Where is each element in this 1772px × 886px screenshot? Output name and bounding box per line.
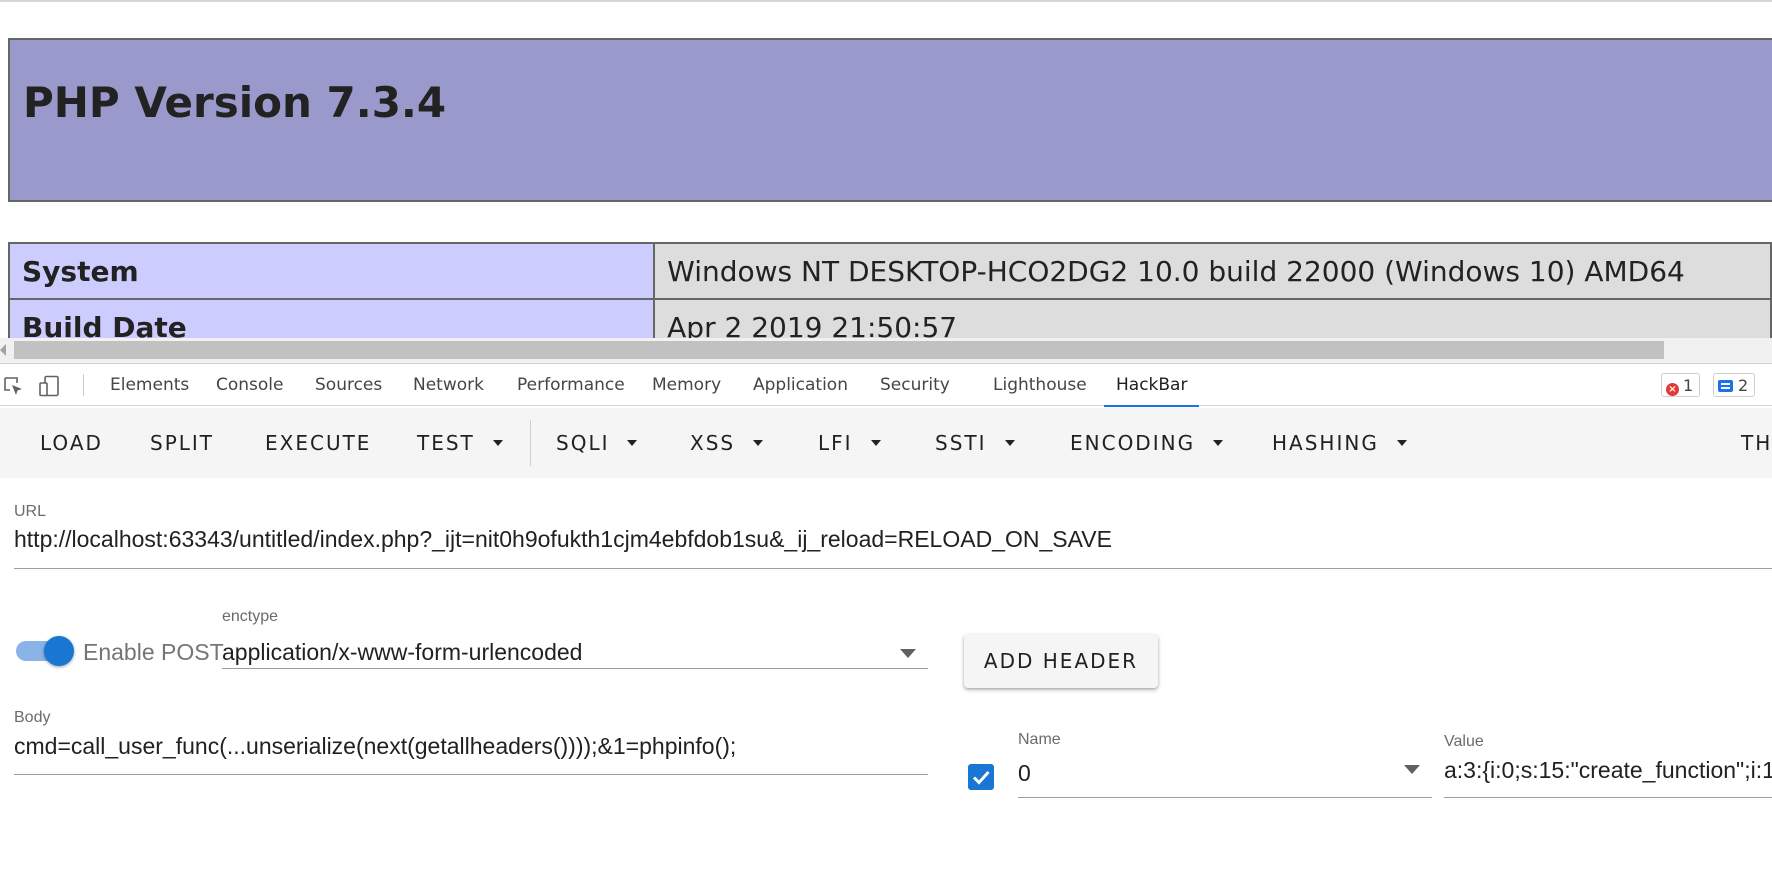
header-value-input[interactable]: a:3:{i:0;s:15:"create_function";i:1 — [1444, 757, 1772, 784]
header-name-label: Name — [1018, 731, 1061, 748]
tab-bar-divider — [83, 374, 84, 396]
device-toolbar-icon[interactable] — [38, 375, 60, 397]
header-name-dropdown-icon[interactable] — [1404, 765, 1420, 774]
row-value-system: Windows NT DESKTOP-HCO2DG2 10.0 build 22… — [653, 242, 1772, 300]
split-button[interactable]: SPLIT — [150, 408, 214, 478]
enable-post-toggle-knob[interactable] — [44, 636, 74, 666]
error-icon: × — [1666, 383, 1679, 396]
error-count-badge[interactable]: × 1 — [1661, 373, 1701, 397]
header-name-input[interactable]: 0 — [1018, 760, 1031, 787]
devtools-tab-bar: Elements Console Sources Network Perform… — [0, 364, 1772, 407]
encoding-menu-button[interactable]: ENCODING — [1070, 408, 1224, 478]
chevron-down-icon — [753, 440, 764, 446]
header-enabled-checkbox[interactable] — [968, 764, 994, 790]
load-button[interactable]: LOAD — [40, 408, 103, 478]
header-value-label: Value — [1444, 733, 1484, 750]
enctype-dropdown-icon[interactable] — [900, 649, 916, 658]
body-input-underline — [14, 774, 928, 775]
body-input[interactable]: cmd=call_user_func(...unserialize(next(g… — [14, 733, 736, 760]
checkmark-icon — [972, 770, 990, 785]
xss-menu-button[interactable]: XSS — [690, 408, 764, 478]
execute-button[interactable]: EXECUTE — [265, 408, 371, 478]
scroll-left-arrow-icon[interactable] — [0, 344, 6, 356]
page-viewport: PHP Version 7.3.4 System Windows NT DESK… — [0, 0, 1772, 363]
inspect-element-icon[interactable] — [2, 375, 24, 397]
add-header-button[interactable]: ADD HEADER — [964, 634, 1158, 688]
message-count-badge[interactable]: 2 — [1713, 373, 1756, 397]
lfi-menu-button[interactable]: LFI — [818, 408, 881, 478]
url-input[interactable]: http://localhost:63343/untitled/index.ph… — [14, 526, 1112, 553]
header-value-underline — [1444, 797, 1772, 798]
url-label: URL — [14, 503, 47, 520]
test-menu-button[interactable]: TEST — [417, 408, 503, 478]
hackbar-toolbar: LOAD SPLIT EXECUTE TEST SQLI XSS LFI SST… — [0, 408, 1772, 478]
viewport-top-border — [0, 0, 1772, 2]
tab-performance[interactable]: Performance — [517, 364, 625, 406]
tab-memory[interactable]: Memory — [652, 364, 721, 406]
tab-lighthouse[interactable]: Lighthouse — [993, 364, 1087, 406]
tab-network[interactable]: Network — [413, 364, 484, 406]
table-row: System Windows NT DESKTOP-HCO2DG2 10.0 b… — [7, 242, 1772, 300]
error-count: 1 — [1683, 376, 1694, 395]
header-name-underline — [1018, 797, 1432, 798]
theme-menu-button[interactable]: TH — [1741, 408, 1772, 478]
horizontal-scrollbar[interactable] — [0, 338, 1772, 363]
row-label-system: System — [7, 242, 656, 300]
message-count: 2 — [1738, 376, 1749, 395]
enctype-label: enctype — [222, 608, 279, 625]
enctype-underline — [222, 668, 928, 669]
chevron-down-icon — [1213, 440, 1224, 446]
sqli-menu-button[interactable]: SQLI — [556, 408, 638, 478]
tab-application[interactable]: Application — [753, 364, 848, 406]
tab-hackbar[interactable]: HackBar — [1103, 364, 1201, 407]
hashing-menu-button[interactable]: HASHING — [1272, 408, 1407, 478]
chevron-down-icon — [627, 440, 638, 446]
page-title: PHP Version 7.3.4 — [23, 78, 447, 127]
scrollbar-thumb[interactable] — [14, 341, 1664, 359]
devtools-panel: Elements Console Sources Network Perform… — [0, 363, 1772, 886]
tab-console[interactable]: Console — [216, 364, 284, 406]
chevron-down-icon — [492, 440, 503, 446]
toolbar-divider — [530, 420, 531, 466]
enctype-select[interactable]: application/x-www-form-urlencoded — [222, 639, 582, 666]
chevron-down-icon — [1396, 440, 1407, 446]
enable-post-label: Enable POST — [83, 639, 224, 665]
chevron-down-icon — [870, 440, 881, 446]
php-header-banner: PHP Version 7.3.4 — [8, 38, 1772, 202]
tab-security[interactable]: Security — [880, 364, 950, 406]
body-label: Body — [14, 709, 51, 726]
ssti-menu-button[interactable]: SSTI — [935, 408, 1015, 478]
url-input-underline — [14, 568, 1772, 569]
tab-sources[interactable]: Sources — [315, 364, 382, 406]
tab-elements[interactable]: Elements — [110, 364, 189, 406]
chevron-down-icon — [1004, 440, 1015, 446]
message-icon — [1718, 380, 1733, 392]
